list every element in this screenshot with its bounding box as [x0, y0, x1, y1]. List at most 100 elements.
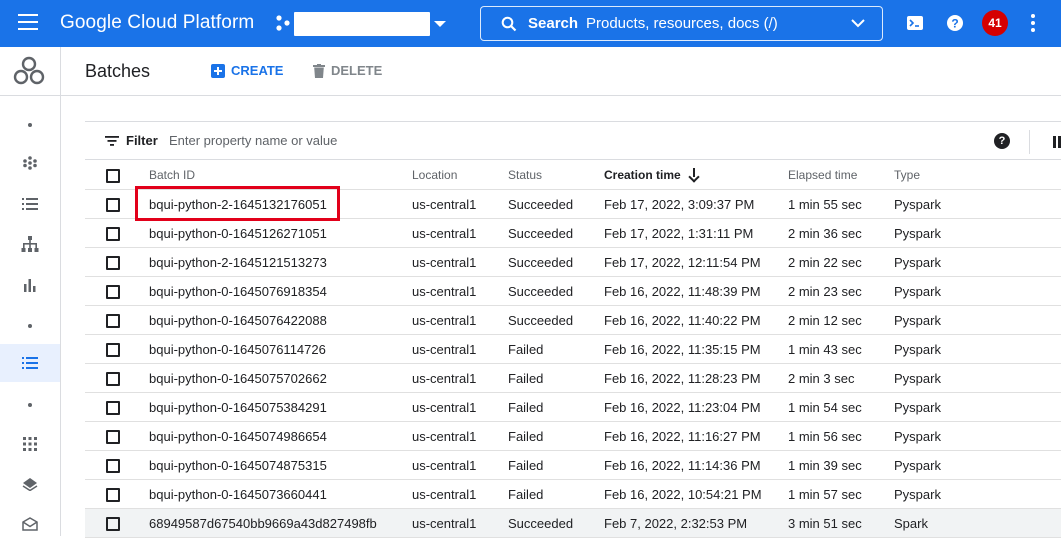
- type-cell: Pyspark: [894, 371, 941, 386]
- creation-time-cell: Feb 16, 2022, 10:54:21 PM: [604, 487, 762, 502]
- sidebar-dot-item[interactable]: [0, 386, 60, 424]
- batch-id-link[interactable]: bqui-python-0-1645073660441: [149, 480, 327, 509]
- divider: [1029, 130, 1030, 154]
- sidebar-item-autoscaling[interactable]: [0, 266, 60, 304]
- batch-id-link[interactable]: bqui-python-0-1645075702662: [149, 364, 327, 393]
- batch-id-link[interactable]: bqui-python-2-1645121513273: [149, 248, 327, 277]
- elapsed-time-cell: 1 min 39 sec: [788, 458, 862, 473]
- notifications-badge[interactable]: 41: [982, 10, 1008, 36]
- table-row[interactable]: bqui-python-0-1645076918354 us-central1 Su…: [85, 277, 1061, 306]
- type-cell: Pyspark: [894, 313, 941, 328]
- elapsed-time-cell: 2 min 12 sec: [788, 313, 862, 328]
- bar-chart-icon: [24, 279, 36, 292]
- row-checkbox[interactable]: [106, 227, 120, 241]
- sidebar-item-batches[interactable]: [0, 344, 60, 382]
- table-row[interactable]: bqui-python-0-1645073660441 us-central1 Fa…: [85, 480, 1061, 509]
- sidebar-item-workflows[interactable]: [0, 225, 60, 263]
- table-row[interactable]: bqui-python-0-1645075384291 us-central1 Fa…: [85, 393, 1061, 422]
- help-icon[interactable]: ?: [994, 133, 1010, 149]
- table-row[interactable]: bqui-python-0-1645076114726 us-central1 Fa…: [85, 335, 1061, 364]
- sidebar-item-jobs[interactable]: [0, 185, 60, 223]
- type-cell: Pyspark: [894, 197, 941, 212]
- filter-bar: Filter Enter property name or value ?: [85, 121, 1061, 160]
- elapsed-time-cell: 1 min 55 sec: [788, 197, 862, 212]
- status-cell: Failed: [508, 400, 544, 415]
- row-checkbox[interactable]: [106, 430, 120, 444]
- batches-table: Batch ID Location Status Creation time E…: [85, 161, 1061, 538]
- status-cell: Failed: [508, 342, 544, 357]
- search-label: Search: [528, 15, 579, 32]
- row-checkbox[interactable]: [106, 459, 120, 473]
- table-row[interactable]: bqui-python-0-1645075702662 us-central1 Fa…: [85, 364, 1061, 393]
- creation-time-cell: Feb 17, 2022, 3:09:37 PM: [604, 197, 755, 212]
- select-all-checkbox[interactable]: [106, 169, 120, 183]
- row-checkbox[interactable]: [106, 198, 120, 212]
- location-cell: us-central1: [412, 516, 477, 531]
- batch-id-link[interactable]: bqui-python-0-1645074986654: [149, 422, 327, 451]
- column-header-type[interactable]: Type: [894, 161, 920, 190]
- row-checkbox[interactable]: [106, 314, 120, 328]
- sidebar-item-metastore[interactable]: [0, 425, 60, 463]
- column-header-location[interactable]: Location: [412, 161, 457, 190]
- type-cell: Pyspark: [894, 255, 941, 270]
- location-cell: us-central1: [412, 371, 477, 386]
- table-row[interactable]: bqui-python-2-1645132176051 us-central1 Su…: [85, 190, 1061, 219]
- divider: [0, 95, 60, 96]
- row-checkbox[interactable]: [106, 343, 120, 357]
- cloud-shell-icon[interactable]: [905, 13, 925, 33]
- table-row[interactable]: bqui-python-0-1645074875315 us-central1 Fa…: [85, 451, 1061, 480]
- elapsed-time-cell: 1 min 57 sec: [788, 487, 862, 502]
- menu-icon[interactable]: [18, 14, 38, 32]
- sidebar-dot-item[interactable]: [0, 106, 60, 144]
- row-checkbox[interactable]: [106, 285, 120, 299]
- batch-id-link[interactable]: bqui-python-0-1645074875315: [149, 451, 327, 480]
- type-cell: Pyspark: [894, 226, 941, 241]
- sidebar-dot-item[interactable]: [0, 307, 60, 345]
- filter-icon[interactable]: [105, 136, 119, 146]
- column-header-creation-time[interactable]: Creation time: [604, 161, 699, 190]
- column-header-batch-id[interactable]: Batch ID: [149, 161, 195, 190]
- create-button[interactable]: CREATE: [211, 63, 283, 78]
- column-header-status[interactable]: Status: [508, 161, 542, 190]
- batch-id-link[interactable]: bqui-python-0-1645126271051: [149, 219, 327, 248]
- filter-input[interactable]: Enter property name or value: [169, 133, 337, 148]
- sidebar-item-notebooks[interactable]: [0, 505, 60, 543]
- table-row[interactable]: bqui-python-2-1645121513273 us-central1 Su…: [85, 248, 1061, 277]
- table-row[interactable]: bqui-python-0-1645074986654 us-central1 Fa…: [85, 422, 1061, 451]
- sidebar-item-clusters[interactable]: [0, 144, 60, 182]
- search-bar[interactable]: Search Products, resources, docs (/): [480, 6, 883, 41]
- column-display-icon[interactable]: [1053, 136, 1061, 148]
- batch-id-link[interactable]: bqui-python-0-1645075384291: [149, 393, 327, 422]
- project-selector[interactable]: [294, 12, 430, 36]
- elapsed-time-cell: 2 min 3 sec: [788, 371, 855, 386]
- batch-id-link[interactable]: 68949587d67540bb9669a43d827498fb: [149, 509, 377, 538]
- trash-icon: [313, 63, 325, 78]
- elapsed-time-cell: 1 min 43 sec: [788, 342, 862, 357]
- dataproc-logo-icon[interactable]: [12, 55, 46, 87]
- app-title[interactable]: Google Cloud Platform: [60, 12, 254, 34]
- batch-id-link[interactable]: bqui-python-0-1645076422088: [149, 306, 327, 335]
- table-row[interactable]: bqui-python-0-1645126271051 us-central1 Su…: [85, 219, 1061, 248]
- delete-button[interactable]: DELETE: [313, 63, 382, 78]
- row-checkbox[interactable]: [106, 401, 120, 415]
- chevron-down-icon[interactable]: [851, 18, 865, 28]
- more-vert-icon[interactable]: [1030, 14, 1036, 34]
- row-checkbox[interactable]: [106, 372, 120, 386]
- list-icon: [22, 357, 38, 369]
- help-icon[interactable]: ?: [945, 13, 965, 33]
- batch-id-link[interactable]: bqui-python-0-1645076114726: [149, 335, 326, 364]
- row-checkbox[interactable]: [106, 256, 120, 270]
- row-checkbox[interactable]: [106, 517, 120, 531]
- batch-id-link[interactable]: bqui-python-2-1645132176051: [149, 190, 327, 219]
- chevron-down-icon[interactable]: [434, 21, 446, 27]
- batch-id-link[interactable]: bqui-python-0-1645076918354: [149, 277, 327, 306]
- svg-text:?: ?: [951, 17, 958, 31]
- location-cell: us-central1: [412, 226, 477, 241]
- sidebar-item-components[interactable]: [0, 465, 60, 503]
- table-row[interactable]: 68949587d67540bb9669a43d827498fb us-centr…: [85, 509, 1061, 538]
- table-row[interactable]: bqui-python-0-1645076422088 us-central1 Su…: [85, 306, 1061, 335]
- search-input[interactable]: Products, resources, docs (/): [586, 15, 778, 32]
- column-header-elapsed-time[interactable]: Elapsed time: [788, 161, 857, 190]
- row-checkbox[interactable]: [106, 488, 120, 502]
- creation-time-cell: Feb 16, 2022, 11:48:39 PM: [604, 284, 761, 299]
